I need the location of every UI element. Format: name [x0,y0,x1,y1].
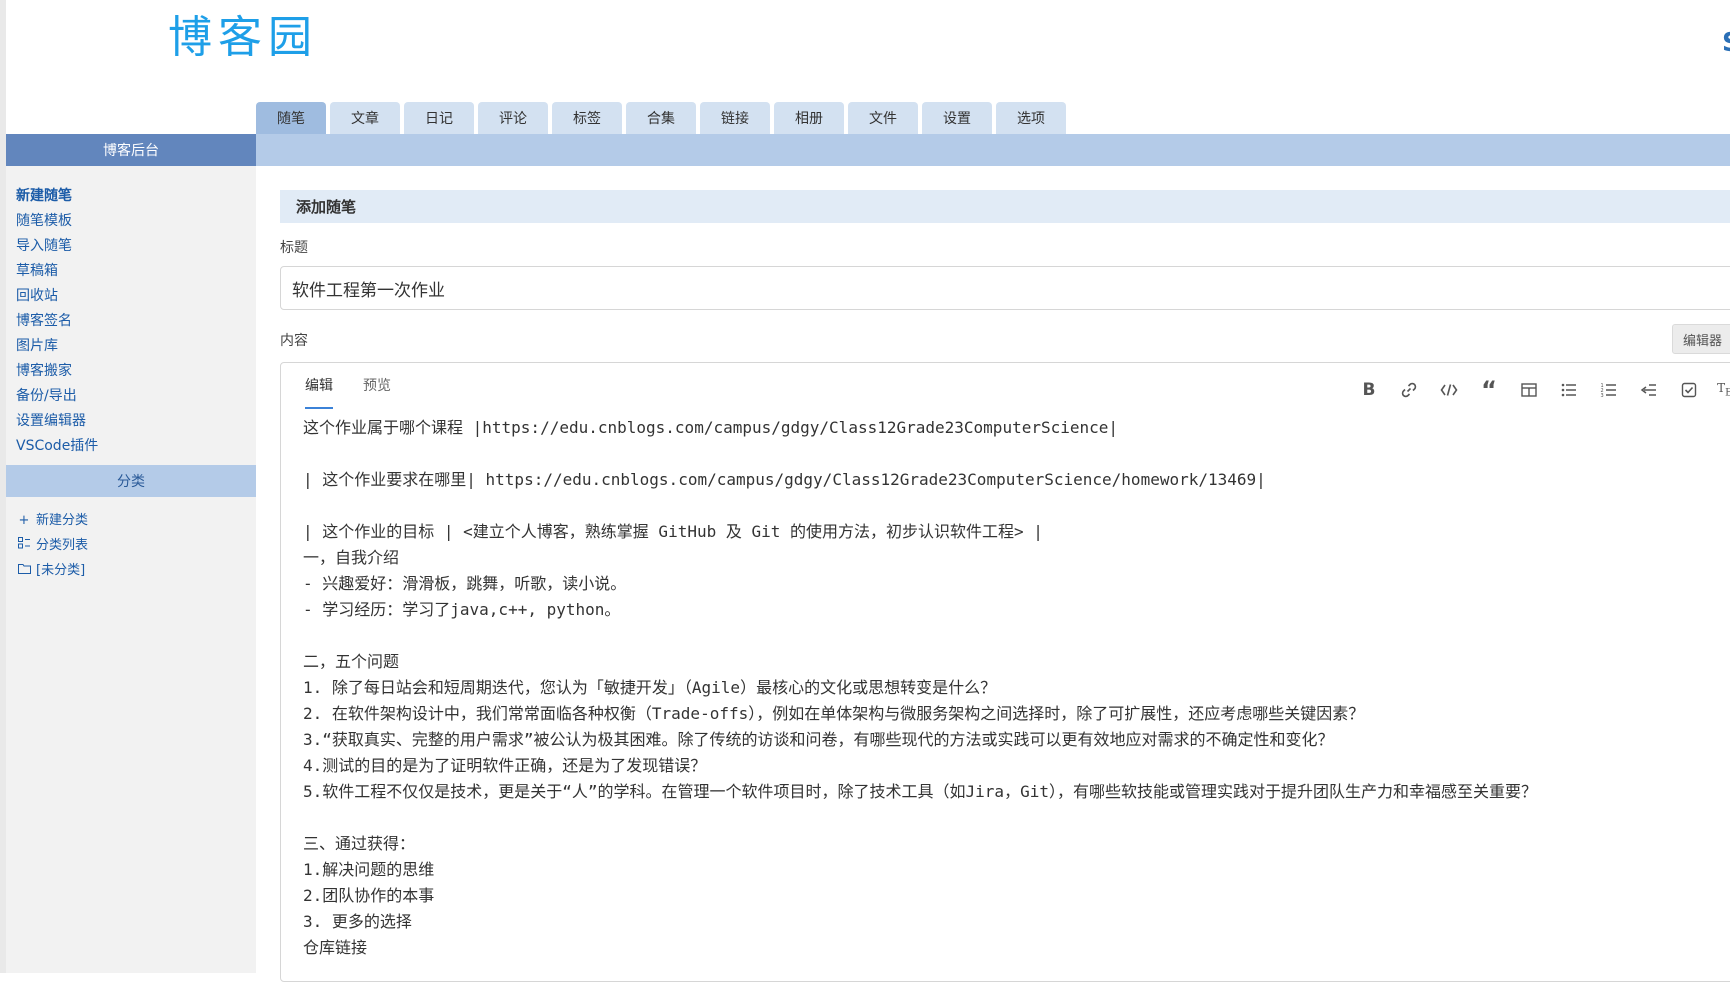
quote-icon[interactable]: “ [1469,377,1509,403]
editor-tab-edit[interactable]: 编辑 [305,375,333,409]
checkbox-icon[interactable] [1669,377,1709,403]
content-line [303,493,1703,519]
content-line: 仓库链接 [303,938,368,957]
content-line: 5.软件工程不仅仅是技术，更是关于“人”的学科。在管理一个软件项目时，除了技术工… [303,782,1537,801]
link-icon[interactable] [1389,377,1429,403]
markdown-editor: 编辑 预览 B “ 123 TEX 这个作业属于哪个课程 |https://ed… [280,362,1730,982]
editor-switch-button[interactable]: 编辑器 [1672,324,1730,354]
category-new[interactable]: + 新建分类 [16,508,88,533]
content-line: 2. 在软件架构设计中，我们常常面临各种权衡（Trade-offs），例如在单体… [303,704,1365,723]
category-uncategorized[interactable]: [未分类] [16,558,88,583]
content-line: 2.团队协作的本事 [303,886,435,905]
section-title: 添加随笔 [280,190,1730,223]
content-line: 1.解决问题的思维 [303,860,435,879]
content-label: 内容 [280,333,308,349]
content-line: - 兴趣爱好：滑滑板，跳舞，听歌，读小说。 [303,574,627,593]
folder-icon [16,558,32,583]
content-line: 三、通过获得： [303,834,416,853]
sidebar-item-backup-export[interactable]: 备份/导出 [16,384,98,409]
content-line: 二，五个问题 [303,652,400,671]
tab-albums[interactable]: 相册 [774,102,844,134]
title-label: 标题 [280,240,308,256]
content-line: 4.测试的目的是为了证明软件正确，还是为了发现错误？ [303,756,707,775]
tex-icon[interactable]: TEX [1709,377,1730,403]
sidebar-item-image-library[interactable]: 图片库 [16,334,98,359]
tab-diary[interactable]: 日记 [404,102,474,134]
indent-icon[interactable] [1629,377,1669,403]
category-list[interactable]: 分类列表 [16,533,88,558]
sidebar-links: 新建随笔 随笔模板 导入随笔 草稿箱 回收站 博客签名 图片库 博客搬家 备份/… [16,184,98,459]
sidebar-item-import-posts[interactable]: 导入随笔 [16,234,98,259]
category-header: 分类 [6,465,256,497]
tab-collections[interactable]: 合集 [626,102,696,134]
bullet-list-icon[interactable] [1549,377,1589,403]
content-line: | 这个作业的目标 | <建立个人博客，熟练掌握 GitHub 及 Git 的使… [303,522,1043,541]
content-line [303,441,1703,467]
content-line: 这个作业属于哪个课程 |https://edu.cnblogs.com/camp… [303,418,1119,437]
sidebar-item-new-post[interactable]: 新建随笔 [16,184,98,209]
sidebar-item-blog-signature[interactable]: 博客签名 [16,309,98,334]
content-line: 一，自我介绍 [303,548,400,567]
tab-files[interactable]: 文件 [848,102,918,134]
content-line [303,805,1703,831]
sidebar-item-blog-migration[interactable]: 博客搬家 [16,359,98,384]
svg-text:3: 3 [1601,393,1604,399]
tab-articles[interactable]: 文章 [330,102,400,134]
code-icon[interactable] [1429,377,1469,403]
sidebar: 新建随笔 随笔模板 导入随笔 草稿箱 回收站 博客签名 图片库 博客搬家 备份/… [6,166,256,973]
sidebar-item-editor-settings[interactable]: 设置编辑器 [16,409,98,434]
content-line: 3. 更多的选择 [303,912,412,931]
category-new-label: 新建分类 [36,513,89,528]
content-line: - 学习经历：学习了java,c++, python。 [303,600,621,619]
tab-tags[interactable]: 标签 [552,102,622,134]
header-partial-mark: S [1722,28,1730,58]
plus-icon: + [18,513,30,528]
tab-bar-band [256,134,1730,166]
numbered-list-icon[interactable]: 123 [1589,377,1629,403]
bold-icon[interactable]: B [1349,377,1389,403]
sidebar-item-post-templates[interactable]: 随笔模板 [16,209,98,234]
editor-toolbar: B “ 123 TEX [1349,377,1730,403]
editor-tab-preview[interactable]: 预览 [363,375,391,407]
title-input[interactable] [280,266,1730,310]
section-title-text: 添加随笔 [296,198,357,216]
tab-links[interactable]: 链接 [700,102,770,134]
content-line: 1. 除了每日站会和短周期迭代，您认为「敏捷开发」（Agile）最核心的文化或思… [303,678,997,697]
sidebar-item-recycle-bin[interactable]: 回收站 [16,284,98,309]
sidebar-header: 博客后台 [6,134,256,166]
content-line: 3.“获取真实、完整的用户需求”被公认为极其困难。除了传统的访谈和问卷，有哪些现… [303,730,1334,749]
site-logo[interactable]: 博客园 [168,8,318,68]
main-nav-tabs: 随笔 文章 日记 评论 标签 合集 链接 相册 文件 设置 选项 [256,102,1070,134]
content-line [303,623,1703,649]
tab-posts[interactable]: 随笔 [256,102,326,134]
category-uncategorized-label: [未分类] [36,563,86,578]
category-list-label: 分类列表 [36,538,89,553]
table-icon[interactable] [1509,377,1549,403]
tab-comments[interactable]: 评论 [478,102,548,134]
tab-settings[interactable]: 设置 [922,102,992,134]
category-links: + 新建分类 分类列表 [未分类] [16,508,88,583]
list-icon [16,533,32,558]
content-line: | 这个作业要求在哪里| https://edu.cnblogs.com/cam… [303,470,1266,489]
sidebar-item-vscode-plugin[interactable]: VSCode插件 [16,434,98,459]
editor-content[interactable]: 这个作业属于哪个课程 |https://edu.cnblogs.com/camp… [303,415,1703,961]
tab-options[interactable]: 选项 [996,102,1066,134]
sidebar-item-drafts[interactable]: 草稿箱 [16,259,98,284]
